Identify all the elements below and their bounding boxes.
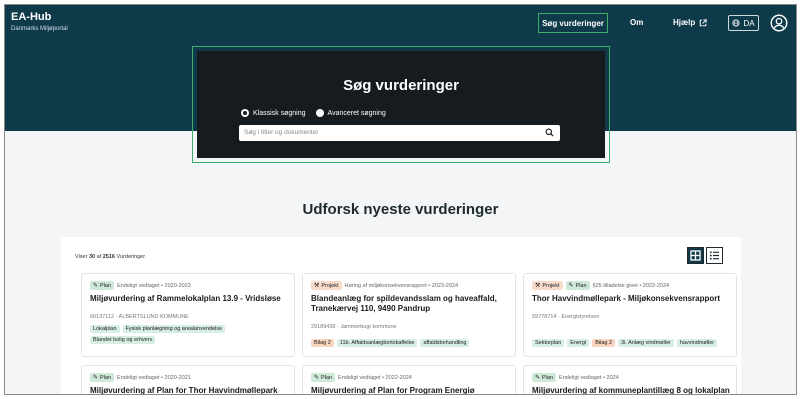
- card-title[interactable]: Miljøvurdering af Plan for Program Energ…: [311, 386, 511, 394]
- radio-classic-search[interactable]: [241, 109, 249, 117]
- search-input[interactable]: Søg i titler og dokumenter: [239, 125, 560, 141]
- card-tag: Lokalplan: [90, 325, 120, 333]
- hammer-icon: ⚒: [314, 283, 320, 289]
- hero-title: Søg vurderinger: [343, 77, 459, 94]
- external-link-icon: [699, 18, 707, 26]
- card-tag: Bilag 2: [311, 339, 334, 347]
- card-status: Endeligt vedtaget • 2020-2021: [117, 374, 191, 381]
- nav-help-label: Hjælp: [673, 18, 696, 27]
- assessment-card[interactable]: ✎ Plan Endeligt vedtaget • 2022-2024 Milj…: [302, 365, 516, 394]
- plan-icon: ✎: [93, 375, 99, 381]
- view-toggle: [687, 247, 723, 264]
- card-tag: Fysisk planlægning og arealanvendelse: [122, 325, 226, 333]
- plan-icon: ✎: [535, 375, 541, 381]
- user-account-icon[interactable]: [770, 14, 788, 32]
- type-tag-projekt: ⚒ Projekt: [532, 281, 563, 290]
- card-meta: 29189439 · Jammerbugt kommune: [311, 324, 397, 330]
- card-tag: 3i. Anlæg vindmøller: [618, 339, 674, 347]
- assessment-card[interactable]: ✎ Plan Endeligt vedtaget • 2020-2023 Milj…: [81, 273, 295, 357]
- type-tag-plan: ✎ Plan: [311, 373, 336, 382]
- assessment-card[interactable]: ✎ Plan Endeligt vedtaget • 2024 Miljøvurd…: [523, 365, 737, 394]
- list-view-button[interactable]: [706, 247, 723, 264]
- card-tag: Bilag 2: [592, 339, 616, 347]
- brand-title[interactable]: EA-Hub: [11, 11, 51, 23]
- card-header: ⚒ Projekt Høring af miljøkonsekvensrappor…: [311, 281, 458, 290]
- card-header: ⚒ Projekt ✎ Plan §25 tilladelse givet • 20…: [532, 281, 669, 290]
- plan-icon: ✎: [568, 283, 574, 289]
- card-tag: Energi: [567, 339, 590, 347]
- type-tag-plan: ✎ Plan: [90, 281, 115, 290]
- nav-help-link[interactable]: Hjælp: [673, 18, 707, 27]
- results-count: Viser 30 af 2516 Vurderinger: [75, 254, 146, 260]
- list-icon: [710, 251, 719, 260]
- card-meta: 59778714 · Energistyrelsen: [532, 314, 600, 320]
- card-tag: Sektorplan: [532, 339, 565, 347]
- explore-heading: Udforsk nyeste vurderinger: [302, 201, 499, 218]
- nav-om-link[interactable]: Om: [630, 18, 643, 27]
- plan-icon: ✎: [93, 283, 99, 289]
- hammer-icon: ⚒: [535, 283, 541, 289]
- globe-icon: [732, 19, 740, 27]
- plan-icon: ✎: [314, 375, 320, 381]
- top-navigation-bar: EA-Hub Danmarks Miljøportal Søg vurderin…: [5, 5, 796, 43]
- card-tag: Blandet bolig og erhverv: [90, 336, 156, 344]
- card-tags: Bilag 2 11b. Affaldsanlægbortskaffelse a…: [311, 339, 511, 347]
- card-meta: 66137112 · ALBERTSLUND KOMMUNE: [90, 314, 189, 320]
- card-title[interactable]: Miljøvurdering af Rammelokalplan 13.9 - …: [90, 294, 290, 304]
- search-placeholder: Søg i titler og dokumenter: [244, 129, 319, 136]
- nav-search-button[interactable]: Søg vurderinger: [538, 13, 608, 33]
- card-tag: havvindmøller: [676, 339, 718, 347]
- assessment-card[interactable]: ⚒ Projekt Høring af miljøkonsekvensrappor…: [302, 273, 516, 357]
- card-tags: Sektorplan Energi Bilag 2 3i. Anlæg vind…: [532, 339, 732, 347]
- card-status: §25 tilladelse givet • 2022-2024: [592, 282, 670, 289]
- card-header: ✎ Plan Endeligt vedtaget • 2022-2024: [311, 373, 412, 382]
- card-title[interactable]: Thor Havvindmøllepark - Miljøkonsekvensr…: [532, 294, 732, 304]
- card-title[interactable]: Blandeanlæg for spildevandsslam og havea…: [311, 294, 511, 314]
- card-status: Endeligt vedtaget • 2024: [559, 374, 619, 381]
- card-tags: Lokalplan Fysisk planlægning og arealanv…: [90, 325, 290, 344]
- type-tag-plan: ✎ Plan: [532, 373, 557, 382]
- language-selector[interactable]: DA: [728, 15, 759, 31]
- card-title[interactable]: Miljøvurdering af Plan for Thor Havvindm…: [90, 386, 290, 394]
- card-title[interactable]: Miljøvurdering af kommuneplantillæg 8 og…: [532, 386, 732, 394]
- assessment-card[interactable]: ⚒ Projekt ✎ Plan §25 tilladelse givet • 20…: [523, 273, 737, 357]
- language-label: DA: [743, 18, 755, 28]
- radio-advanced-label[interactable]: Avanceret søgning: [328, 110, 386, 117]
- brand-subtitle: Danmarks Miljøportal: [11, 26, 68, 32]
- app-window: EA-Hub Danmarks Miljøportal Søg vurderin…: [4, 4, 797, 395]
- assessment-card[interactable]: ✎ Plan Endeligt vedtaget • 2020-2021 Milj…: [81, 365, 295, 394]
- card-header: ✎ Plan Endeligt vedtaget • 2024: [532, 373, 619, 382]
- card-status: Endeligt vedtaget • 2022-2024: [338, 374, 412, 381]
- card-tag: 11b. Affaldsanlægbortskaffelse: [336, 339, 418, 347]
- card-header: ✎ Plan Endeligt vedtaget • 2020-2023: [90, 281, 191, 290]
- card-tag: affaldsbehandling: [420, 339, 470, 347]
- search-icon[interactable]: [545, 128, 554, 137]
- type-tag-projekt: ⚒ Projekt: [311, 281, 342, 290]
- radio-classic-label[interactable]: Klassisk søgning: [253, 110, 306, 117]
- type-tag-plan: ✎ Plan: [90, 373, 115, 382]
- search-mode-group: Klassisk søgning Avanceret søgning: [241, 109, 386, 117]
- card-header: ✎ Plan Endeligt vedtaget • 2020-2021: [90, 373, 191, 382]
- radio-advanced-search[interactable]: [315, 109, 324, 117]
- search-hero: Søg vurderinger Klassisk søgning Avancer…: [197, 51, 605, 158]
- grid-view-button[interactable]: [687, 247, 704, 264]
- card-status: Endeligt vedtaget • 2020-2023: [117, 282, 191, 289]
- grid-icon: [690, 250, 701, 261]
- type-tag-plan: ✎ Plan: [565, 281, 590, 290]
- card-status: Høring af miljøkonsekvensrapport • 2023-…: [344, 282, 459, 289]
